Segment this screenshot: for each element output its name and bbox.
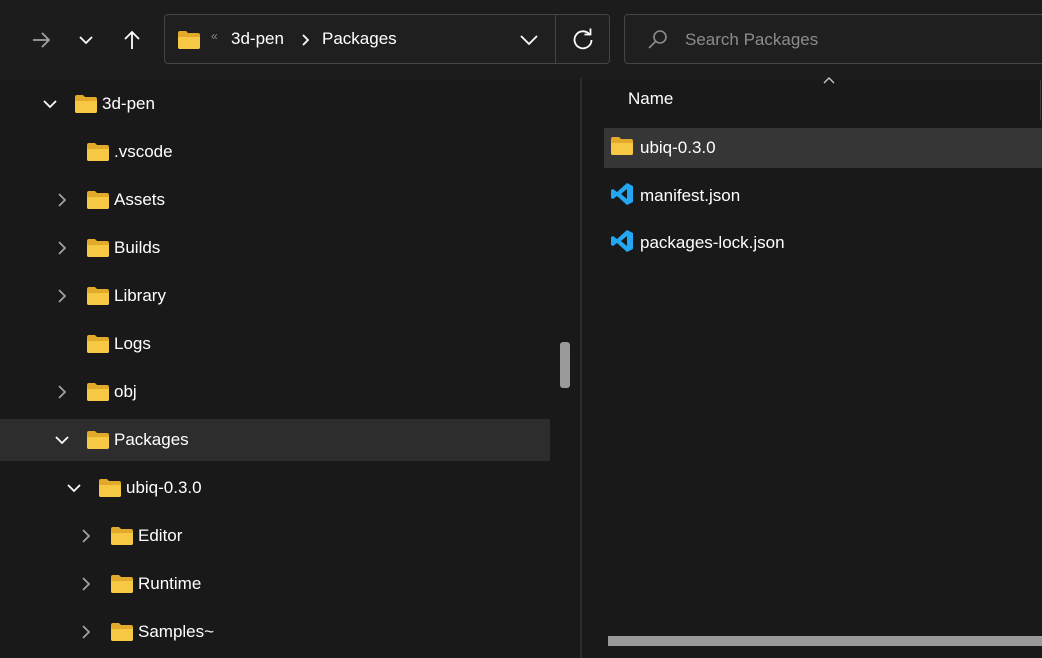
chevron-right-icon[interactable]	[78, 528, 94, 544]
navigation-tree: 3d-pen .vscode Assets Builds Library Log…	[0, 80, 580, 658]
tree-item-library[interactable]: Library	[0, 275, 550, 317]
chevron-right-icon[interactable]	[54, 240, 70, 256]
search-box[interactable]	[624, 14, 1042, 64]
address-divider	[555, 15, 556, 63]
recent-locations-button[interactable]	[68, 22, 104, 58]
tree-item-builds[interactable]: Builds	[0, 227, 550, 269]
folder-icon	[87, 143, 109, 161]
tree-item-obj[interactable]: obj	[0, 371, 550, 413]
tree-item-ubiq[interactable]: ubiq-0.3.0	[0, 467, 550, 509]
tree-item-logs[interactable]: Logs	[0, 323, 550, 365]
chevron-right-icon[interactable]	[78, 624, 94, 640]
file-item-ubiq[interactable]: ubiq-0.3.0	[604, 128, 1042, 168]
folder-icon	[178, 31, 200, 49]
folder-icon	[111, 623, 133, 641]
forward-button[interactable]	[23, 22, 59, 58]
chevron-down-icon[interactable]	[519, 32, 539, 48]
vscode-icon	[611, 230, 633, 252]
tree-item-label: Builds	[114, 238, 161, 257]
column-separator[interactable]	[1040, 80, 1041, 120]
folder-icon	[75, 95, 97, 113]
address-bar[interactable]: « 3d-pen Packages	[164, 14, 610, 64]
chevron-right-icon[interactable]	[54, 288, 70, 304]
tree-item-label: obj	[114, 382, 137, 401]
chevron-down-icon[interactable]	[66, 480, 82, 496]
horizontal-scrollbar[interactable]	[608, 636, 1042, 646]
tree-item-label: Assets	[114, 190, 166, 209]
search-input[interactable]	[683, 25, 1027, 55]
chevron-down-icon[interactable]	[42, 96, 58, 112]
folder-icon	[111, 527, 133, 545]
tree-scrollbar-thumb[interactable]	[560, 342, 570, 388]
folder-icon	[87, 383, 109, 401]
refresh-icon[interactable]	[571, 28, 595, 52]
file-item-packages-lock[interactable]: packages-lock.json	[604, 223, 1042, 263]
chevron-right-icon[interactable]	[78, 576, 94, 592]
file-item-manifest[interactable]: manifest.json	[604, 176, 1042, 216]
search-icon	[648, 30, 667, 49]
tree-item-label: Library	[114, 286, 166, 305]
tree-item-editor[interactable]: Editor	[0, 515, 550, 557]
breadcrumb-overflow[interactable]: «	[211, 29, 218, 43]
sort-ascending-icon	[823, 77, 835, 84]
arrow-right-icon	[33, 32, 51, 48]
column-header-name[interactable]: Name	[628, 89, 673, 109]
tree-item-label: Samples~	[138, 622, 215, 641]
chevron-right-icon[interactable]	[54, 192, 70, 208]
vscode-icon	[611, 183, 633, 205]
tree-item-assets[interactable]: Assets	[0, 179, 550, 221]
chevron-down-icon	[79, 36, 93, 45]
tree-item-label: Packages	[114, 430, 189, 449]
chevron-right-icon[interactable]	[300, 32, 312, 48]
tree-item-packages[interactable]: Packages	[0, 419, 550, 461]
file-item-label: packages-lock.json	[640, 233, 785, 252]
folder-icon	[87, 287, 109, 305]
folder-icon	[611, 137, 633, 155]
arrow-up-icon	[124, 30, 140, 49]
folder-icon	[111, 575, 133, 593]
folder-icon	[87, 191, 109, 209]
tree-item-label: Runtime	[138, 574, 202, 593]
tree-item-label: Logs	[114, 334, 151, 353]
tree-item-3d-pen[interactable]: 3d-pen	[0, 83, 550, 125]
breadcrumb-segment-packages[interactable]: Packages	[322, 29, 397, 49]
tree-item-label: .vscode	[114, 142, 173, 161]
file-item-label: manifest.json	[640, 186, 741, 205]
tree-item-label: 3d-pen	[102, 94, 155, 113]
folder-icon	[87, 239, 109, 257]
tree-item-vscode[interactable]: .vscode	[0, 131, 550, 173]
tree-item-samples[interactable]: Samples~	[0, 611, 550, 653]
folder-icon	[87, 335, 109, 353]
breadcrumb-segment-3d-pen[interactable]: 3d-pen	[231, 29, 284, 49]
file-item-label: ubiq-0.3.0	[640, 138, 716, 157]
toolbar: « 3d-pen Packages	[0, 0, 1042, 80]
chevron-right-icon[interactable]	[54, 384, 70, 400]
tree-item-label: ubiq-0.3.0	[126, 478, 202, 497]
folder-icon	[87, 431, 109, 449]
tree-item-label: Editor	[138, 526, 183, 545]
file-list: Name ubiq-0.3.0 manifest.json packages-l…	[582, 77, 1042, 658]
tree-item-runtime[interactable]: Runtime	[0, 563, 550, 605]
folder-icon	[99, 479, 121, 497]
chevron-down-icon[interactable]	[54, 432, 70, 448]
up-button[interactable]	[114, 22, 150, 58]
